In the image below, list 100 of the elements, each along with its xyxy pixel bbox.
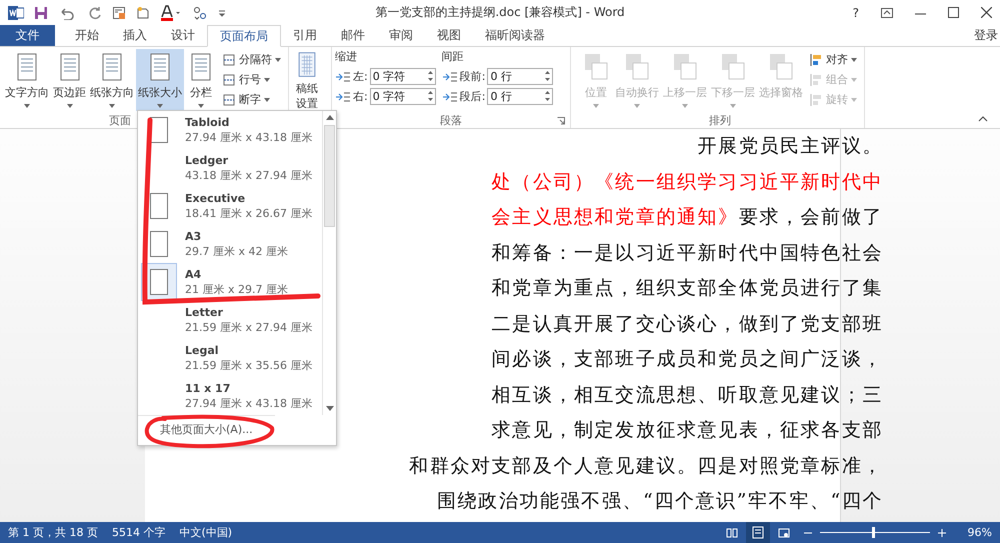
section-heading: 缩进 <box>335 49 358 65</box>
read-mode-icon[interactable] <box>726 528 738 538</box>
ribbon-tab[interactable]: 开始 <box>63 25 111 46</box>
ribbon-display-icon[interactable] <box>881 8 893 18</box>
ribbon-tab[interactable]: 邮件 <box>329 25 377 46</box>
paper-size-item[interactable]: Letter 21.59 厘米 x 27.94 厘米 <box>138 301 322 339</box>
word-count[interactable]: 5514 个字 <box>112 525 166 540</box>
font-color-icon[interactable] <box>160 4 182 20</box>
ribbon-tab[interactable]: 设计 <box>159 25 207 46</box>
dialog-launcher-icon[interactable] <box>557 117 565 125</box>
caret-icon <box>109 104 115 108</box>
ribbon-tab[interactable]: 视图 <box>425 25 473 46</box>
caret-icon <box>275 58 281 62</box>
language-indicator[interactable]: 中文(中国) <box>179 525 232 540</box>
indent-icon <box>335 70 351 82</box>
spin-arrows-icon <box>545 70 550 82</box>
help-button[interactable]: ? <box>852 6 859 20</box>
ribbon-button[interactable]: 行号 <box>222 71 281 88</box>
print-preview-icon[interactable] <box>112 6 126 20</box>
redo-icon[interactable] <box>88 6 102 20</box>
document-text-line: 和党章为重点，组织支部全体党员进行了集 <box>492 276 883 301</box>
ribbon-button[interactable]: 分栏 <box>184 49 218 111</box>
spin-field[interactable]: 0 行 <box>487 68 554 85</box>
close-icon[interactable] <box>981 7 992 18</box>
indent-icon <box>335 90 351 102</box>
print-layout-icon[interactable] <box>746 522 770 543</box>
collapse-ribbon-icon[interactable] <box>978 116 988 122</box>
caret-icon <box>66 104 72 108</box>
field-label: 段后: <box>460 89 486 104</box>
caret-icon <box>851 78 857 82</box>
group-label: 段落 <box>440 113 462 128</box>
paper-size-item[interactable]: Legal 21.59 厘米 x 35.56 厘米 <box>138 339 322 377</box>
zoom-in-icon[interactable] <box>938 528 946 536</box>
spin-field[interactable]: 0 字符 <box>370 68 436 85</box>
caret-icon <box>593 104 599 108</box>
indent-icon <box>442 70 458 82</box>
page-count[interactable]: 第 1 页，共 18 页 <box>8 525 98 540</box>
caret-icon <box>851 58 857 62</box>
paper-size-item[interactable]: Executive 18.41 厘米 x 26.67 厘米 <box>138 187 322 225</box>
caret-icon <box>730 104 736 108</box>
caret-icon <box>24 104 30 108</box>
align-icon <box>809 52 823 66</box>
ribbon-tab[interactable]: 引用 <box>281 25 329 46</box>
paper-size-item[interactable]: 11 x 17 27.94 厘米 x 43.18 厘米 <box>138 377 322 415</box>
caret-icon <box>264 98 270 102</box>
ribbon-tab[interactable]: 审阅 <box>377 25 425 46</box>
new-page-icon[interactable] <box>136 6 150 20</box>
ribbon-button[interactable]: 稿纸设置 <box>292 49 322 111</box>
paper-size-item[interactable]: A3 29.7 厘米 x 42 厘米 <box>138 225 322 263</box>
document-text-line: 相互谈，相互交流思想、听取意见建议；三 <box>492 382 883 408</box>
web-layout-icon[interactable] <box>778 528 790 538</box>
more-paper-sizes-link[interactable]: 其他页面大小(A)... <box>138 415 275 445</box>
caret-icon <box>198 104 204 108</box>
spin-field[interactable]: 0 行 <box>487 88 554 105</box>
sign-in-link[interactable]: 登录 <box>974 25 1000 46</box>
scroll-up-icon[interactable] <box>326 115 334 120</box>
caret-icon <box>634 104 640 108</box>
ribbon-button[interactable]: 断字 <box>222 91 281 108</box>
scroll-down-icon[interactable] <box>326 406 334 411</box>
align-icon <box>809 92 823 106</box>
document-text-line: 围绕政治功能强不强、“四个意识”牢不牢、“四个 <box>437 489 883 514</box>
document-text-line: 和群众对支部及个人意见建议。四是对照党章标准， <box>409 454 883 478</box>
ribbon-button[interactable]: 分隔符 <box>222 51 281 68</box>
zoom-slider-thumb[interactable] <box>872 527 876 538</box>
spin-arrows-icon <box>428 70 433 82</box>
ribbon-tab[interactable]: 插入 <box>111 25 159 46</box>
document-text-line: 间必谈，支部班子成员和党员之间广泛谈， <box>492 347 883 372</box>
document-text-line: 二是认真开展了交心谈心，做到了党支部班 <box>492 312 883 336</box>
ribbon-button[interactable]: 对齐 <box>809 51 857 68</box>
ribbon-button[interactable]: 纸张方向 <box>88 49 136 111</box>
page-preview-icon <box>150 231 168 257</box>
paper-size-item[interactable]: Tabloid 27.94 厘米 x 43.18 厘米 <box>138 111 322 149</box>
ribbon-tab[interactable]: 福昕阅读器 <box>473 25 557 46</box>
paper-size-item[interactable]: A4 21 厘米 x 29.7 厘米 <box>138 263 322 301</box>
document-text-line: 和筹备：一是以习近平新时代中国特色社会 <box>492 240 883 266</box>
word-logo-icon <box>8 4 24 20</box>
caret-icon <box>682 104 688 108</box>
paper-size-item[interactable]: Ledger 43.18 厘米 x 27.94 厘米 <box>138 149 322 187</box>
maximize-icon[interactable] <box>948 7 959 18</box>
zoom-percent[interactable]: 96% <box>968 526 992 539</box>
caret-icon <box>851 98 857 102</box>
section-heading: 间距 <box>442 49 465 65</box>
document-text-line: 求意见，制定发放征求意见表，征求各支部 <box>492 418 883 443</box>
window-title: 第一党支部的主持提纲.doc [兼容模式] - Word <box>375 4 625 21</box>
customize-toolbar-icon[interactable] <box>218 8 226 16</box>
ribbon-button[interactable]: 纸张大小 <box>136 49 184 111</box>
spin-arrows-icon <box>545 90 550 102</box>
document-text-line: 会主义思想和党章的通知》要求，会前做了 <box>492 205 883 230</box>
file-tab[interactable]: 文件 <box>0 25 55 46</box>
ribbon-tab[interactable]: 页面布局 <box>207 25 281 47</box>
ribbon-button[interactable]: 文字方向 <box>3 49 51 111</box>
group-label: 排列 <box>709 113 731 128</box>
scrollbar[interactable] <box>322 111 336 415</box>
align-icon <box>809 72 823 86</box>
page-preview-icon <box>150 193 168 219</box>
page-preview-icon <box>150 269 168 295</box>
ribbon-button[interactable]: 页边距 <box>51 49 88 111</box>
spin-field[interactable]: 0 字符 <box>370 88 436 105</box>
caret-icon <box>264 78 270 82</box>
breaks-icon <box>222 52 236 66</box>
